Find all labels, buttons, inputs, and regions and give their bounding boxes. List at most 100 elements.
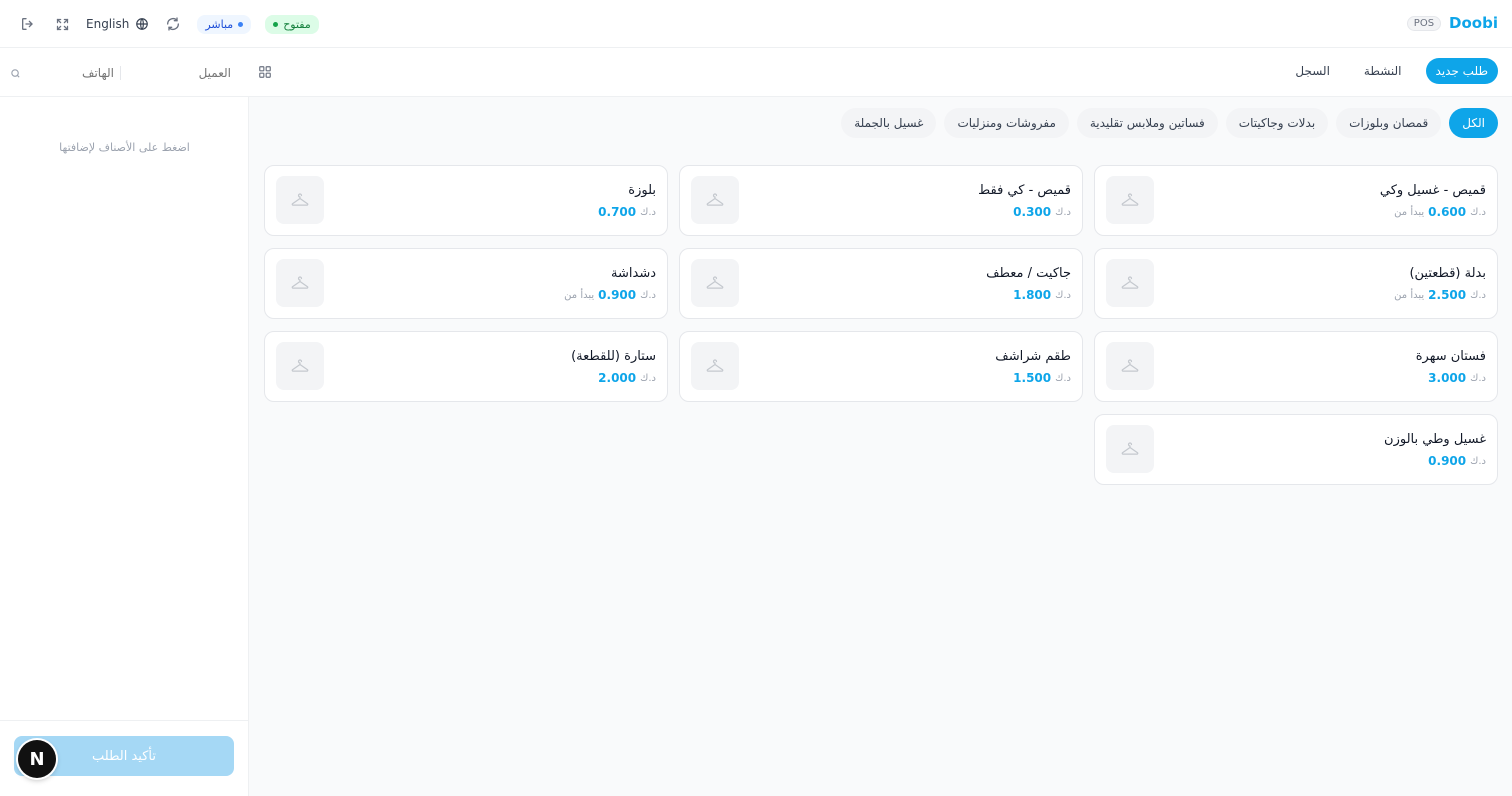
- product-name: جاكيت / معطف: [986, 266, 1071, 281]
- product-name: طقم شراشف: [995, 349, 1071, 364]
- product-name: قميص - كي فقط: [978, 183, 1071, 198]
- customer-search: [10, 62, 274, 84]
- search-divider: [120, 66, 121, 80]
- product-card[interactable]: طقم شراشف 1.500 د.ك: [679, 331, 1083, 402]
- product-card[interactable]: غسيل وطي بالوزن 0.900 د.ك: [1094, 414, 1498, 485]
- product-card[interactable]: قميص - غسيل وكي يبدأ من 0.600 د.ك: [1094, 165, 1498, 236]
- tab-new-order[interactable]: طلب جديد: [1425, 58, 1498, 84]
- product-grid: قميص - غسيل وكي يبدأ من 0.600 د.ك قميص -…: [263, 165, 1498, 485]
- product-price: يبدأ من 0.600 د.ك: [1394, 205, 1486, 219]
- tab-history[interactable]: السجل: [1285, 58, 1340, 84]
- product-price: يبدأ من 0.900 د.ك: [564, 288, 656, 302]
- hanger-icon: [276, 259, 324, 307]
- product-card[interactable]: دشداشة يبدأ من 0.900 د.ك: [264, 248, 668, 319]
- hanger-icon: [276, 176, 324, 224]
- price-value: 0.900: [598, 288, 637, 302]
- category-linens[interactable]: مفروشات ومنزليات: [944, 108, 1069, 138]
- product-name: قميص - غسيل وكي: [1379, 183, 1486, 198]
- price-value: 1.800: [1013, 288, 1052, 302]
- brand: Doobi POS: [1406, 14, 1498, 32]
- product-card[interactable]: بلوزة 0.700 د.ك: [264, 165, 668, 236]
- product-card[interactable]: فستان سهرة 3.000 د.ك: [1094, 331, 1498, 402]
- open-dot-icon: [273, 21, 279, 27]
- category-shirts[interactable]: قمصان وبلوزات: [1336, 108, 1442, 138]
- currency-symbol: د.ك: [1055, 289, 1071, 301]
- currency-symbol: د.ك: [1470, 455, 1486, 467]
- currency-symbol: د.ك: [1055, 206, 1071, 218]
- currency-symbol: د.ك: [640, 206, 656, 218]
- product-price: 2.000 د.ك: [598, 371, 656, 385]
- hanger-icon: [1106, 259, 1154, 307]
- price-prefix: يبدأ من: [564, 289, 595, 301]
- price-value: 2.500: [1428, 288, 1467, 302]
- cart-footer: تأكيد الطلب N: [0, 720, 249, 796]
- nav-bar: طلب جديد النشطة السجل: [0, 48, 1512, 97]
- product-price: 1.500 د.ك: [1013, 371, 1071, 385]
- open-status-label: مفتوح: [283, 17, 311, 31]
- currency-symbol: د.ك: [1470, 289, 1486, 301]
- top-bar: Doobi POS English مباشر مفتوح: [0, 0, 1512, 48]
- product-card[interactable]: ستارة (للقطعة) 2.000 د.ك: [264, 331, 668, 402]
- product-card[interactable]: بدلة (قطعتين) يبدأ من 2.500 د.ك: [1094, 248, 1498, 319]
- product-price: 3.000 د.ك: [1428, 371, 1486, 385]
- currency-symbol: د.ك: [640, 372, 656, 384]
- price-value: 2.000: [598, 371, 637, 385]
- product-price: يبدأ من 2.500 د.ك: [1394, 288, 1486, 302]
- hanger-icon: [276, 342, 324, 390]
- price-value: 0.700: [598, 205, 637, 219]
- price-prefix: يبدأ من: [1394, 289, 1425, 301]
- product-name: ستارة (للقطعة): [571, 349, 656, 364]
- top-actions: English مباشر مفتوح: [18, 12, 319, 36]
- product-price: 0.700 د.ك: [598, 205, 656, 219]
- product-name: بلوزة: [628, 183, 656, 198]
- customer-input[interactable]: [127, 66, 231, 80]
- language-switcher[interactable]: English: [86, 17, 149, 31]
- currency-symbol: د.ك: [1055, 372, 1071, 384]
- live-status-badge: مباشر: [197, 14, 252, 34]
- category-chips: الكل قمصان وبلوزات بدلات وجاكيتات فساتين…: [841, 108, 1498, 138]
- hanger-icon: [691, 176, 739, 224]
- price-value: 0.900: [1428, 454, 1467, 468]
- product-card[interactable]: قميص - كي فقط 0.300 د.ك: [679, 165, 1083, 236]
- product-price: 0.300 د.ك: [1013, 205, 1071, 219]
- hanger-icon: [1106, 425, 1154, 473]
- dev-tools-badge[interactable]: N: [18, 740, 56, 778]
- hanger-icon: [691, 342, 739, 390]
- product-price: 0.900 د.ك: [1428, 454, 1486, 468]
- nav-tabs: طلب جديد النشطة السجل: [1285, 58, 1498, 84]
- price-value: 0.600: [1428, 205, 1467, 219]
- cart-panel: اضغط على الأصناف لإضافتها تأكيد الطلب N: [0, 97, 249, 796]
- product-card[interactable]: جاكيت / معطف 1.800 د.ك: [679, 248, 1083, 319]
- live-status-label: مباشر: [205, 17, 234, 31]
- hanger-icon: [1106, 342, 1154, 390]
- cart-empty-message: اضغط على الأصناف لإضافتها: [59, 141, 190, 154]
- brand-name: Doobi: [1449, 14, 1498, 32]
- category-suits[interactable]: بدلات وجاكيتات: [1225, 108, 1329, 138]
- search-icon: [10, 68, 24, 79]
- globe-icon: [136, 18, 149, 30]
- category-bulk[interactable]: غسيل بالجملة: [841, 108, 937, 138]
- open-status-badge: مفتوح: [265, 14, 319, 34]
- language-label: English: [86, 17, 130, 31]
- product-name: بدلة (قطعتين): [1409, 266, 1486, 281]
- product-name: فستان سهرة: [1415, 349, 1486, 364]
- product-price: 1.800 د.ك: [1013, 288, 1071, 302]
- hanger-icon: [691, 259, 739, 307]
- currency-symbol: د.ك: [1470, 372, 1486, 384]
- tab-active[interactable]: النشطة: [1354, 58, 1412, 84]
- phone-input[interactable]: [24, 66, 114, 80]
- price-prefix: يبدأ من: [1394, 206, 1425, 218]
- category-dresses[interactable]: فساتين وملابس تقليدية: [1076, 108, 1218, 138]
- logout-icon[interactable]: [18, 14, 38, 34]
- refresh-icon[interactable]: [163, 14, 183, 34]
- price-value: 1.500: [1013, 371, 1052, 385]
- price-value: 0.300: [1013, 205, 1052, 219]
- grid-view-icon[interactable]: [258, 64, 272, 83]
- live-dot-icon: [238, 21, 244, 27]
- currency-symbol: د.ك: [640, 289, 656, 301]
- currency-symbol: د.ك: [1470, 206, 1486, 218]
- product-name: غسيل وطي بالوزن: [1384, 432, 1486, 447]
- category-all[interactable]: الكل: [1449, 108, 1498, 138]
- fullscreen-icon[interactable]: [52, 14, 72, 34]
- hanger-icon: [1106, 176, 1154, 224]
